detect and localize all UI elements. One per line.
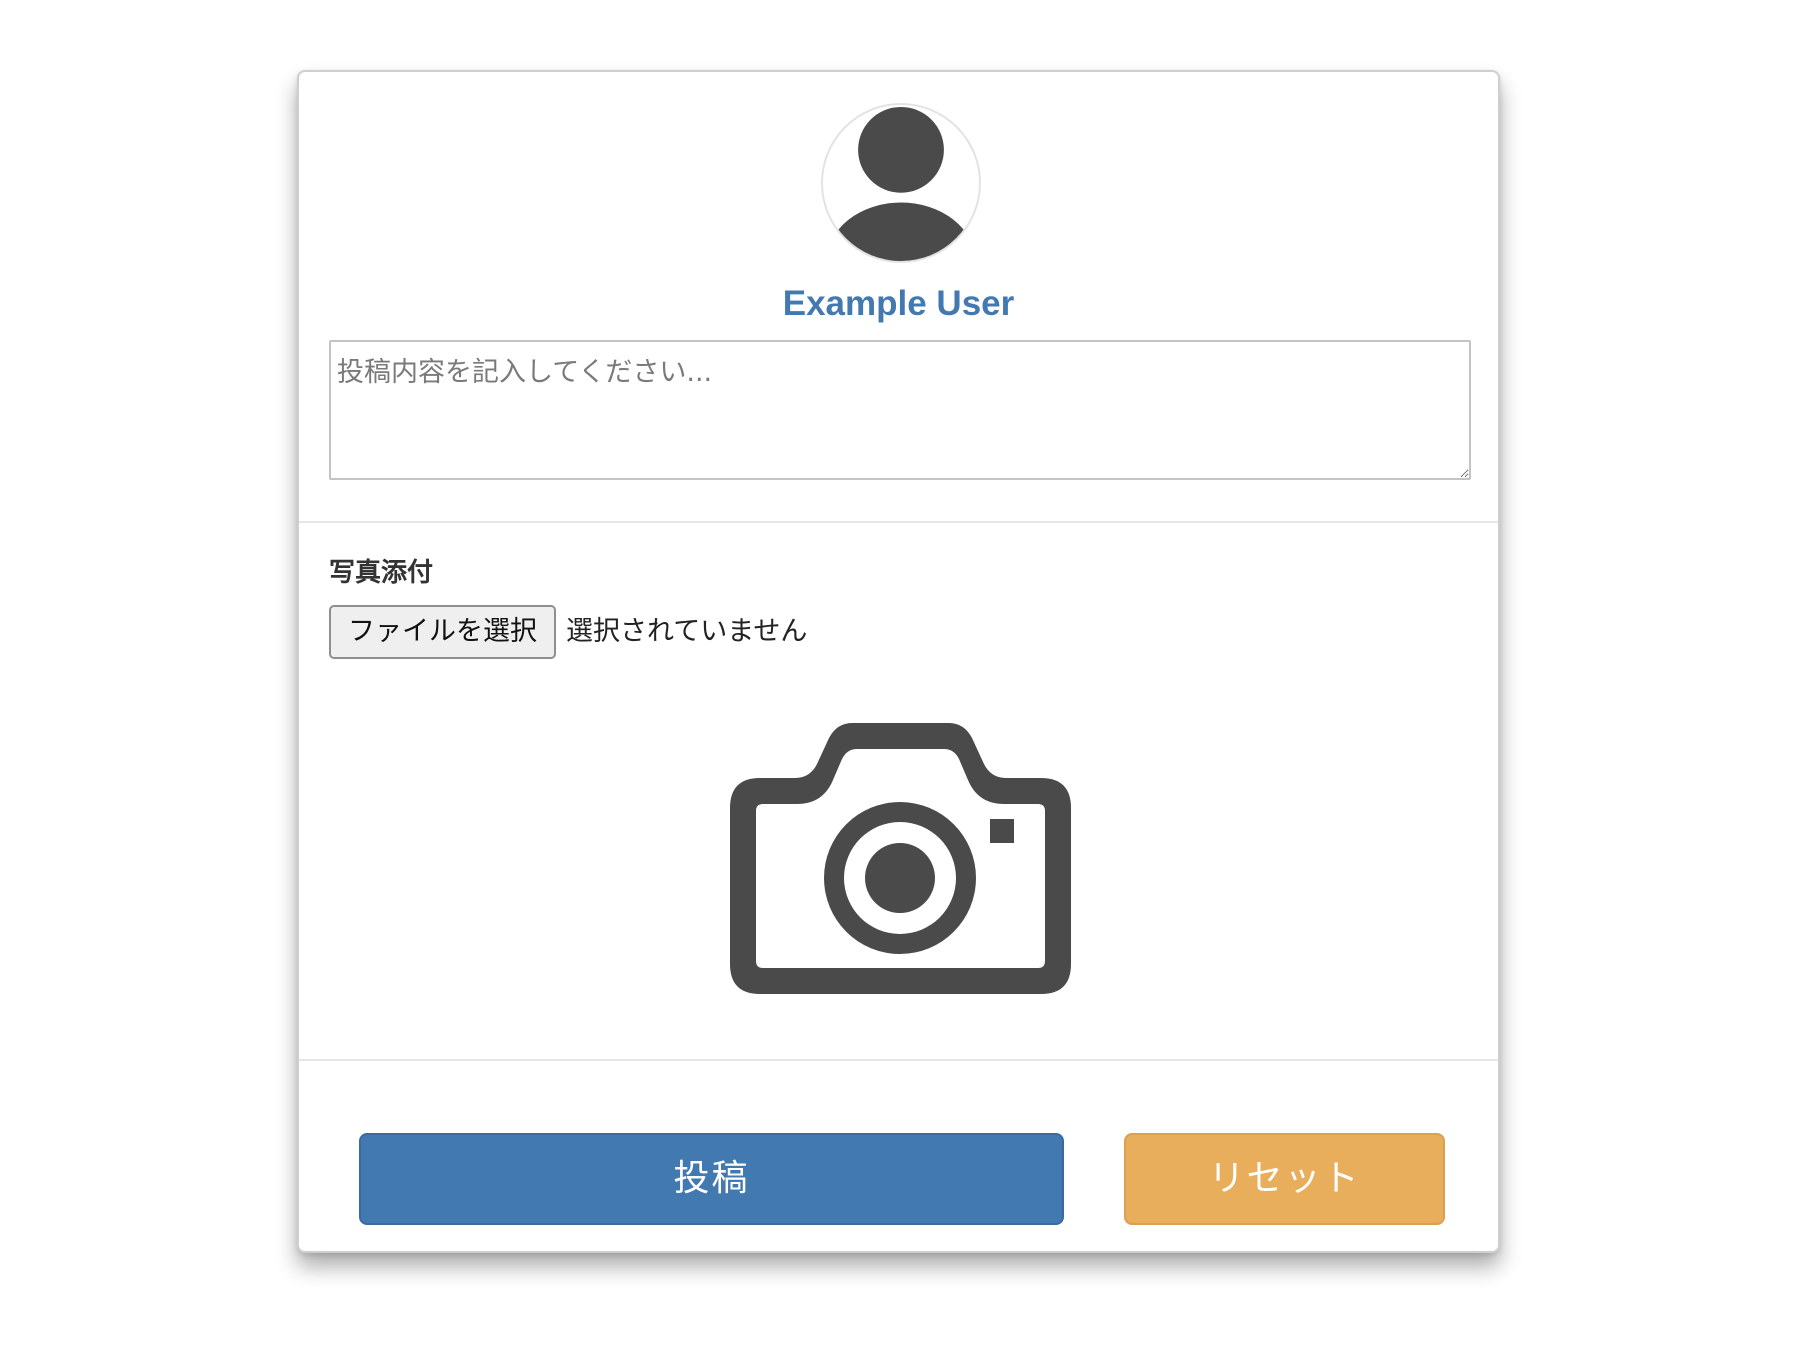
reset-button[interactable]: リセット <box>1124 1133 1445 1225</box>
post-form-card: Example User 写真添付 ファイルを選択 選択されていません 投稿 リ… <box>297 70 1500 1253</box>
avatar <box>821 103 981 263</box>
post-button[interactable]: 投稿 <box>359 1133 1064 1225</box>
camera-icon <box>730 723 1071 994</box>
user-name[interactable]: Example User <box>299 282 1498 326</box>
user-silhouette-icon <box>826 106 976 261</box>
file-status-text: 選択されていません <box>566 616 808 647</box>
post-content-textarea[interactable] <box>329 340 1471 480</box>
photo-attach-label: 写真添付 <box>329 558 434 588</box>
choose-file-button[interactable]: ファイルを選択 <box>329 605 556 659</box>
section-divider <box>299 521 1498 523</box>
section-divider <box>299 1059 1498 1061</box>
